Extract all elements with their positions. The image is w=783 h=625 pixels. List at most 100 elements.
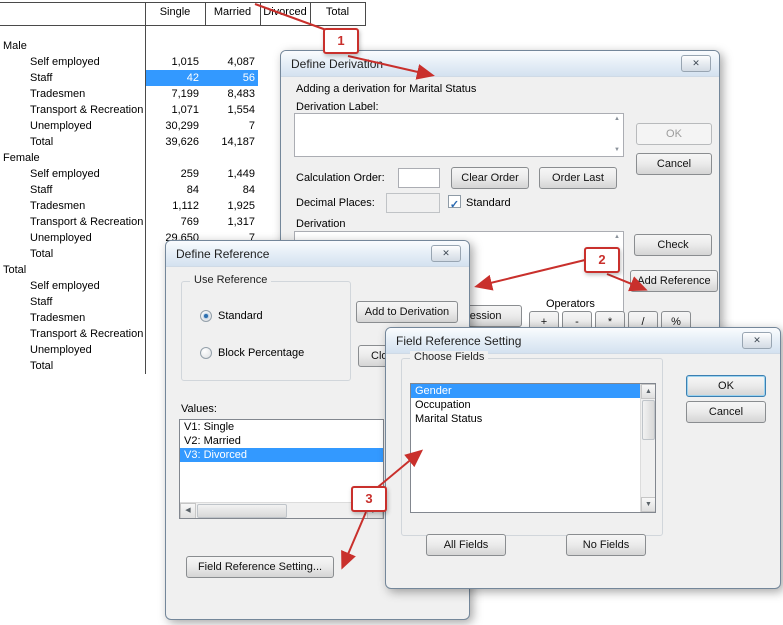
table-row-label: Tradesmen (30, 198, 85, 214)
all-fields-button[interactable]: All Fields (426, 534, 506, 556)
ok-button[interactable]: OK (636, 123, 712, 145)
standard-checkbox[interactable]: ✓ (448, 195, 461, 208)
values-list-item[interactable]: V1: Single (180, 420, 383, 434)
decimal-places-caption: Decimal Places: (296, 197, 375, 209)
cell-married: 84 (205, 182, 255, 198)
cell-married: 7 (205, 118, 255, 134)
values-list-item[interactable]: V2: Married (180, 434, 383, 448)
field-dialog-title: Field Reference Setting (396, 334, 521, 348)
step-2-marker: 2 (584, 247, 620, 273)
scroll-down-icon[interactable]: ▼ (641, 497, 656, 512)
table-row-label: Staff (30, 70, 52, 86)
cell-single: 42 (146, 70, 199, 86)
cell-single: 769 (146, 214, 199, 230)
reference-titlebar[interactable]: Define Reference ✕ (166, 241, 469, 267)
table-row-label: Unemployed (30, 118, 92, 134)
order-last-button[interactable]: Order Last (539, 167, 617, 189)
no-fields-button[interactable]: No Fields (566, 534, 646, 556)
standard-radio[interactable] (200, 310, 212, 322)
column-header: Total (310, 6, 365, 18)
cell-single: 39,626 (146, 134, 199, 150)
table-column-divider (365, 2, 366, 25)
cell-married: 56 (205, 70, 255, 86)
cell-married: 1,449 (205, 166, 255, 182)
scroll-up-icon[interactable]: ▲ (641, 384, 656, 399)
standard-radio-row: Standard (200, 307, 263, 321)
column-header: Divorced (260, 6, 310, 18)
field-reference-setting-dialog: Field Reference Setting ✕ Choose Fields … (385, 327, 781, 589)
field-reference-setting-button[interactable]: Field Reference Setting... (186, 556, 334, 578)
block-percentage-radio-row: Block Percentage (200, 344, 304, 358)
fields-list-item[interactable]: Occupation (411, 398, 640, 412)
derivation-close-button[interactable]: ✕ (681, 55, 711, 72)
table-group-label: Male (3, 38, 27, 54)
table-row-label: Transport & Recreation (30, 102, 143, 118)
derivation-subtitle: Adding a derivation for Marital Status (296, 83, 476, 95)
calculation-order-input[interactable] (398, 168, 440, 188)
table-row-label: Total (30, 246, 53, 262)
fields-listbox: GenderOccupationMarital Status ▲ ▼ (410, 383, 656, 513)
table-row-label: Self employed (30, 166, 100, 182)
calculation-order-caption: Calculation Order: (296, 172, 385, 184)
table-row-label: Total (30, 358, 53, 374)
table-row-label: Self employed (30, 278, 100, 294)
fields-vscrollbar[interactable]: ▲ ▼ (640, 384, 655, 512)
table-header-underline (0, 25, 366, 26)
table-row-label: Staff (30, 294, 52, 310)
fields-list-item[interactable]: Marital Status (411, 412, 640, 426)
scrollbar-thumb[interactable] (197, 504, 287, 518)
check-button[interactable]: Check (634, 234, 712, 256)
scroll-up-icon[interactable]: ▲ (614, 234, 620, 241)
table-row-label: Self employed (30, 54, 100, 70)
cell-single: 1,112 (146, 198, 199, 214)
table-top-border (0, 2, 366, 3)
table-row-label: Staff (30, 182, 52, 198)
derivation-dialog-title: Define Derivation (291, 57, 383, 71)
table-group-label: Total (3, 262, 26, 278)
clear-order-button[interactable]: Clear Order (451, 167, 529, 189)
ok-button[interactable]: OK (686, 375, 766, 397)
close-icon: ✕ (692, 58, 700, 68)
block-percentage-radio[interactable] (200, 347, 212, 359)
screenshot-stage: SingleMarriedDivorcedTotal MaleSelf empl… (0, 0, 783, 625)
cell-single: 259 (146, 166, 199, 182)
add-to-derivation-button[interactable]: Add to Derivation (356, 301, 458, 323)
reference-close-button[interactable]: ✕ (431, 245, 461, 262)
standard-checkbox-label: Standard (466, 197, 511, 209)
add-reference-button[interactable]: Add Reference (630, 270, 718, 292)
checkmark-icon: ✓ (450, 199, 459, 211)
cancel-button[interactable]: Cancel (686, 401, 766, 423)
cell-married: 1,925 (205, 198, 255, 214)
table-row-label: Unemployed (30, 230, 92, 246)
fields-list: GenderOccupationMarital Status (411, 384, 640, 426)
cancel-button[interactable]: Cancel (636, 153, 712, 175)
scroll-left-icon[interactable]: ◀ (180, 503, 196, 519)
values-list: V1: SingleV2: MarriedV3: Divorced (180, 420, 383, 462)
cell-single: 1,015 (146, 54, 199, 70)
table-row-label: Transport & Recreation (30, 326, 143, 342)
operators-caption: Operators (546, 298, 595, 310)
block-percentage-radio-label: Block Percentage (218, 347, 304, 359)
step-1-marker: 1 (323, 28, 359, 54)
reference-dialog-title: Define Reference (176, 247, 269, 261)
cell-single: 1,071 (146, 102, 199, 118)
step-3-marker: 3 (351, 486, 387, 512)
derivation-label-input[interactable]: ▲ ▼ (294, 113, 624, 157)
derivation-label-caption: Derivation Label: (296, 101, 379, 113)
table-group-label: Female (3, 150, 40, 166)
scrollbar-thumb[interactable] (642, 400, 655, 440)
table-row-label: Total (30, 134, 53, 150)
derivation-titlebar[interactable]: Define Derivation ✕ (281, 51, 719, 77)
scroll-down-icon[interactable]: ▼ (614, 147, 620, 154)
cell-married: 4,087 (205, 54, 255, 70)
table-row-label: Tradesmen (30, 310, 85, 326)
table-row-label: Unemployed (30, 342, 92, 358)
scroll-up-icon[interactable]: ▲ (614, 116, 620, 123)
fields-list-item[interactable]: Gender (411, 384, 640, 398)
decimal-places-input[interactable] (386, 193, 440, 213)
cell-married: 14,187 (205, 134, 255, 150)
values-list-item[interactable]: V3: Divorced (180, 448, 383, 462)
table-row-label: Tradesmen (30, 86, 85, 102)
values-caption: Values: (181, 403, 217, 415)
field-close-button[interactable]: ✕ (742, 332, 772, 349)
